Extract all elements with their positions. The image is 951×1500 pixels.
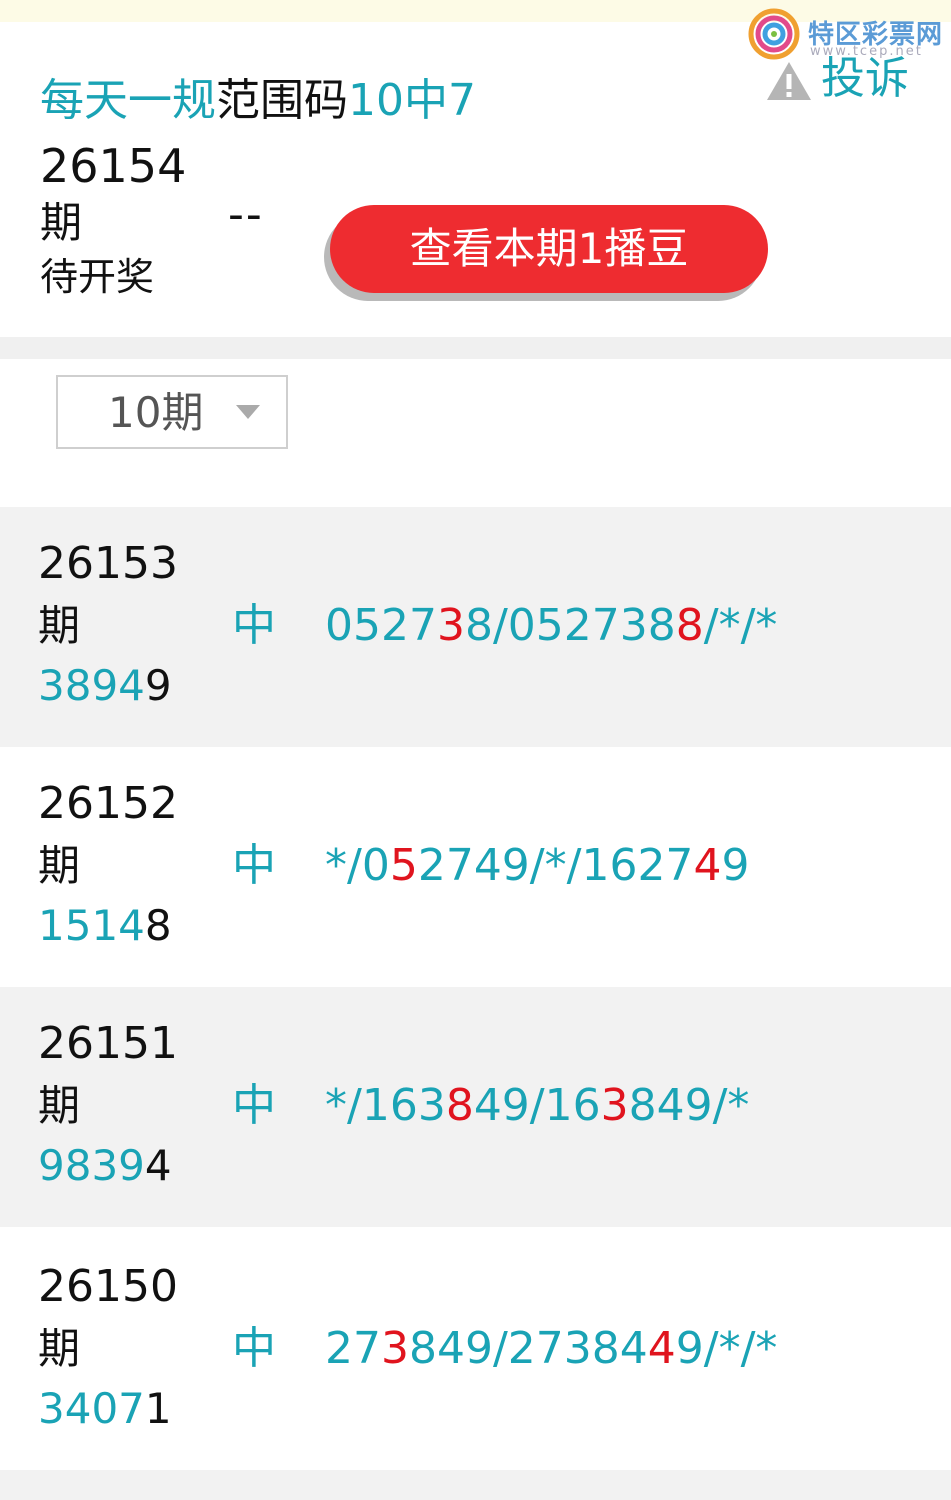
prediction-segment: 849/27384 xyxy=(409,1323,648,1374)
period-select[interactable]: 10期 xyxy=(56,375,288,449)
prediction-segment: 8/052738 xyxy=(464,600,676,651)
complain-button[interactable]: 投诉 xyxy=(765,54,915,108)
filter-area: 10期 xyxy=(0,359,951,507)
table-row: 26153 期 38949 中 052738/0527388/*/* xyxy=(0,507,951,747)
prediction-segment: 5 xyxy=(389,840,418,891)
bottom-strip xyxy=(0,1470,951,1500)
current-issue-section: 26154 期 待开奖 -- 查看本期1播豆 xyxy=(0,137,951,337)
row-draw-result: 98394 xyxy=(38,1137,172,1195)
prediction-segment: 4 xyxy=(647,1323,676,1374)
period-select-value: 10期 xyxy=(108,388,204,437)
row-issue-number: 26152 xyxy=(38,778,178,829)
row-hit-label: 中 xyxy=(232,600,276,651)
title-part-2: 范围码 xyxy=(216,75,348,126)
current-issue-status: 待开奖 xyxy=(40,255,155,299)
title-part-3: 10中7 xyxy=(348,75,476,126)
row-hit-label: 中 xyxy=(232,1323,276,1374)
result-dark-digit: 8 xyxy=(144,901,172,950)
complain-label: 投诉 xyxy=(821,53,909,104)
prediction-segment: 8 xyxy=(675,600,704,651)
table-row: 26151 期 98394 中 */163849/163849/* xyxy=(0,987,951,1227)
result-dark-digit: 9 xyxy=(144,661,172,710)
prediction-segment: 3 xyxy=(381,1323,409,1374)
table-row: 26152 期 15148 中 */052749/*/162749 xyxy=(0,747,951,987)
row-prediction: 273849/2738449/*/* xyxy=(325,1320,777,1378)
view-current-button[interactable]: 查看本期1播豆 xyxy=(330,205,768,293)
chevron-down-icon xyxy=(236,405,260,419)
row-draw-result: 38949 xyxy=(38,657,172,715)
prediction-segment: */163 xyxy=(325,1080,446,1131)
row-hit-label: 中 xyxy=(232,1080,276,1131)
row-issue-number: 26153 xyxy=(38,538,178,589)
row-prediction: 052738/0527388/*/* xyxy=(325,597,777,655)
result-dark-digit: 4 xyxy=(144,1141,172,1190)
current-issue-number: 26154 xyxy=(40,139,187,193)
row-prediction: */052749/*/162749 xyxy=(325,837,749,895)
table-row: 26150 期 34071 中 273849/2738449/*/* xyxy=(0,1230,951,1470)
prediction-segment: */0 xyxy=(325,840,390,891)
prediction-segment: 3 xyxy=(436,600,465,651)
prediction-segment: 49/16 xyxy=(473,1080,601,1131)
prediction-segment: 27 xyxy=(325,1323,381,1374)
prediction-segment: /*/* xyxy=(703,600,778,651)
row-issue-number: 26151 xyxy=(38,1018,178,1069)
swirl-logo-icon xyxy=(748,8,800,60)
prediction-segment: 0527 xyxy=(325,600,437,651)
title-part-1: 每天一规 xyxy=(40,75,216,126)
row-issue-suffix: 期 xyxy=(38,1324,81,1373)
current-result-placeholder: -- xyxy=(228,189,264,240)
page-title: 每天一规范围码10中7 xyxy=(40,74,476,128)
prediction-segment: 3 xyxy=(600,1080,629,1131)
result-teal-digits: 3407 xyxy=(38,1384,145,1433)
prediction-segment: 849/* xyxy=(628,1080,750,1131)
result-dark-digit: 1 xyxy=(144,1384,172,1433)
prediction-segment: 9 xyxy=(721,840,750,891)
row-issue-suffix: 期 xyxy=(38,601,81,650)
result-teal-digits: 1514 xyxy=(38,901,145,950)
row-draw-result: 15148 xyxy=(38,897,172,955)
prediction-segment: 2749/*/1627 xyxy=(417,840,694,891)
row-issue-number: 26150 xyxy=(38,1261,178,1312)
prediction-segment: 8 xyxy=(445,1080,474,1131)
row-hit-label: 中 xyxy=(232,840,276,891)
section-divider xyxy=(0,337,951,359)
row-prediction: */163849/163849/* xyxy=(325,1077,749,1135)
row-issue-suffix: 期 xyxy=(38,841,81,890)
warning-icon xyxy=(767,62,811,100)
result-teal-digits: 9839 xyxy=(38,1141,145,1190)
result-teal-digits: 3894 xyxy=(38,661,145,710)
prediction-segment: 4 xyxy=(693,840,722,891)
row-issue-suffix: 期 xyxy=(38,1081,81,1130)
current-issue-suffix: 期 xyxy=(40,198,83,247)
row-draw-result: 34071 xyxy=(38,1380,172,1438)
prediction-segment: 9/*/* xyxy=(675,1323,778,1374)
